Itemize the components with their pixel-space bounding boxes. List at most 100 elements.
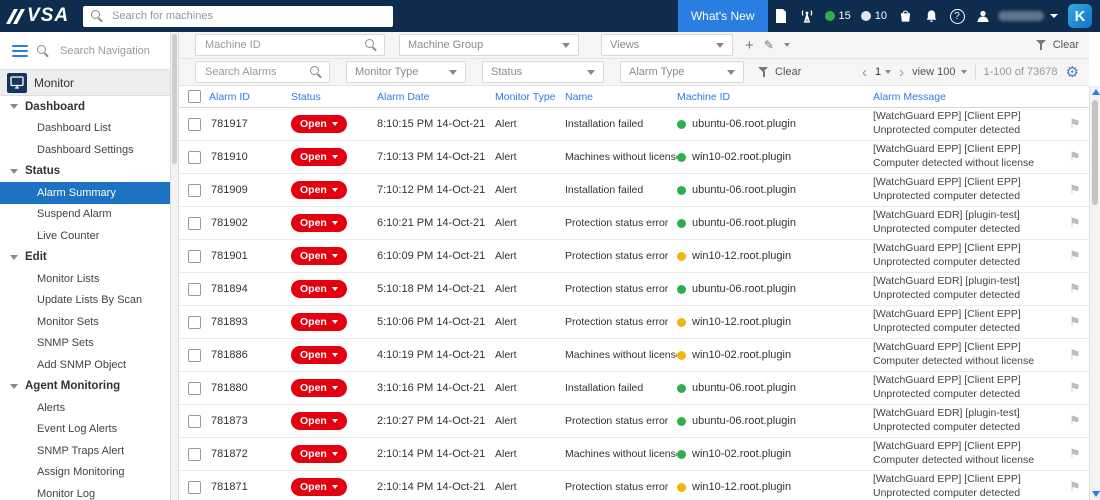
sidebar-item-monitor-lists[interactable]: Monitor Lists xyxy=(0,268,170,290)
row-checkbox[interactable] xyxy=(187,480,201,494)
user-menu-chevron-down-icon[interactable] xyxy=(1050,14,1058,18)
scroll-down-arrow-icon[interactable] xyxy=(1091,491,1100,497)
status-open-pill[interactable]: Open xyxy=(291,181,347,199)
status-open-pill[interactable]: Open xyxy=(291,412,347,430)
table-row[interactable]: 781917 Open 8:10:15 PM 14-Oct-21 Alert Insta… xyxy=(179,108,1089,141)
gear-icon[interactable]: ⚙ xyxy=(1066,63,1079,81)
select-all-checkbox[interactable] xyxy=(187,90,201,103)
bell-icon[interactable] xyxy=(918,0,944,32)
sidebar-item-live-counter[interactable]: Live Counter xyxy=(0,225,170,247)
flag-icon[interactable]: ⚑ xyxy=(1069,183,1081,198)
table-row[interactable]: 781871 Open 2:10:14 PM 14-Oct-21 Alert Prote… xyxy=(179,471,1089,500)
status-open-pill[interactable]: Open xyxy=(291,379,347,397)
sidebar-item-monitor-sets[interactable]: Monitor Sets xyxy=(0,311,170,333)
status-open-pill[interactable]: Open xyxy=(291,115,347,133)
scroll-up-arrow-icon[interactable] xyxy=(1091,89,1100,95)
row-checkbox[interactable] xyxy=(187,150,201,164)
table-row[interactable]: 781872 Open 2:10:14 PM 14-Oct-21 Alert Machi… xyxy=(179,438,1089,471)
flag-icon[interactable]: ⚑ xyxy=(1069,414,1081,429)
flag-icon[interactable]: ⚑ xyxy=(1069,249,1081,264)
sidebar-item-monitor-log[interactable]: Monitor Log xyxy=(0,483,170,500)
status-open-pill[interactable]: Open xyxy=(291,148,347,166)
nav-search-input[interactable] xyxy=(58,43,153,58)
flag-icon[interactable]: ⚑ xyxy=(1069,117,1081,132)
row-checkbox[interactable] xyxy=(187,216,201,230)
status-open-pill[interactable]: Open xyxy=(291,247,347,265)
flag-icon[interactable]: ⚑ xyxy=(1069,216,1081,231)
row-checkbox[interactable] xyxy=(187,348,201,362)
col-header-alarm-date[interactable]: Alarm Date xyxy=(377,91,495,103)
sidebar-item-dashboard-list[interactable]: Dashboard List xyxy=(0,118,170,140)
nav-section-agent-monitoring[interactable]: Agent Monitoring xyxy=(0,376,170,398)
col-header-status[interactable]: Status xyxy=(291,91,377,103)
prev-page-chevron-icon[interactable]: ‹ xyxy=(862,65,867,80)
col-header-monitor-type[interactable]: Monitor Type xyxy=(495,91,565,103)
offline-count-badge[interactable]: 10 xyxy=(860,10,887,22)
status-select[interactable]: Status xyxy=(482,61,604,83)
clear-machine-filters-button[interactable]: Clear xyxy=(1035,39,1079,51)
flag-icon[interactable]: ⚑ xyxy=(1069,480,1081,495)
monitor-type-select[interactable]: Monitor Type xyxy=(346,61,466,83)
row-checkbox[interactable] xyxy=(187,117,201,131)
hamburger-menu-icon[interactable] xyxy=(12,44,28,57)
status-open-pill[interactable]: Open xyxy=(291,346,347,364)
flag-icon[interactable]: ⚑ xyxy=(1069,348,1081,363)
flag-icon[interactable]: ⚑ xyxy=(1069,447,1081,462)
vsa-logo[interactable]: VSA xyxy=(0,5,83,27)
machine-search-input[interactable] xyxy=(110,9,386,23)
user-icon[interactable] xyxy=(970,0,996,32)
row-checkbox[interactable] xyxy=(187,183,201,197)
flag-icon[interactable]: ⚑ xyxy=(1069,315,1081,330)
module-selector[interactable]: Monitor xyxy=(0,70,170,96)
table-row[interactable]: 781873 Open 2:10:27 PM 14-Oct-21 Alert Prote… xyxy=(179,405,1089,438)
kaseya-logo[interactable]: K xyxy=(1068,4,1092,28)
online-count-badge[interactable]: 15 xyxy=(824,10,851,22)
edit-view-icon[interactable]: ✎ xyxy=(764,38,774,52)
add-view-icon[interactable]: + xyxy=(745,38,754,53)
flag-icon[interactable]: ⚑ xyxy=(1069,150,1081,165)
row-checkbox[interactable] xyxy=(187,315,201,329)
clear-alarm-filters-button[interactable]: Clear xyxy=(758,66,801,78)
row-checkbox[interactable] xyxy=(187,282,201,296)
sidebar-item-dashboard-settings[interactable]: Dashboard Settings xyxy=(0,139,170,161)
status-open-pill[interactable]: Open xyxy=(291,445,347,463)
machine-search-box[interactable] xyxy=(83,5,394,27)
machine-group-select[interactable]: Machine Group xyxy=(399,34,579,56)
sidebar-item-snmp-traps-alert[interactable]: SNMP Traps Alert xyxy=(0,440,170,462)
row-checkbox[interactable] xyxy=(187,447,201,461)
next-page-chevron-icon[interactable]: › xyxy=(899,65,904,80)
status-open-pill[interactable]: Open xyxy=(291,214,347,232)
sidebar-item-update-lists-by-scan[interactable]: Update Lists By Scan xyxy=(0,290,170,312)
scroll-thumb[interactable] xyxy=(1091,100,1098,205)
alarm-tower-icon[interactable] xyxy=(794,0,820,32)
col-header-name[interactable]: Name xyxy=(565,91,677,103)
sidebar-item-alarm-summary[interactable]: Alarm Summary xyxy=(0,182,170,204)
row-checkbox[interactable] xyxy=(187,249,201,263)
machine-id-input[interactable] xyxy=(203,38,359,52)
table-row[interactable]: 781893 Open 5:10:06 PM 14-Oct-21 Alert Prote… xyxy=(179,306,1089,339)
table-row[interactable]: 781901 Open 6:10:09 PM 14-Oct-21 Alert Prote… xyxy=(179,240,1089,273)
table-scrollbar[interactable] xyxy=(1089,86,1100,500)
flag-icon[interactable]: ⚑ xyxy=(1069,282,1081,297)
views-more-chevron-down-icon[interactable] xyxy=(783,43,790,47)
help-icon[interactable]: ? xyxy=(944,0,970,32)
table-row[interactable]: 781910 Open 7:10:13 PM 14-Oct-21 Alert Machi… xyxy=(179,141,1089,174)
sidebar-scroll-thumb[interactable] xyxy=(172,34,177,164)
whats-new-button[interactable]: What's New xyxy=(677,0,768,32)
sidebar-item-suspend-alarm[interactable]: Suspend Alarm xyxy=(0,204,170,226)
flag-icon[interactable]: ⚑ xyxy=(1069,381,1081,396)
table-row[interactable]: 781886 Open 4:10:19 PM 14-Oct-21 Alert Machi… xyxy=(179,339,1089,372)
table-row[interactable]: 781880 Open 3:10:16 PM 14-Oct-21 Alert Insta… xyxy=(179,372,1089,405)
views-select[interactable]: Views xyxy=(601,34,733,56)
col-header-alarm-id[interactable]: Alarm ID xyxy=(209,91,291,103)
sidebar-scrollbar[interactable] xyxy=(170,32,179,500)
col-header-alarm-message[interactable]: Alarm Message xyxy=(873,91,1061,103)
table-row[interactable]: 781894 Open 5:10:18 PM 14-Oct-21 Alert Prote… xyxy=(179,273,1089,306)
sidebar-item-event-log-alerts[interactable]: Event Log Alerts xyxy=(0,419,170,441)
sidebar-item-add-snmp-object[interactable]: Add SNMP Object xyxy=(0,354,170,376)
status-open-pill[interactable]: Open xyxy=(291,478,347,496)
table-row[interactable]: 781909 Open 7:10:12 PM 14-Oct-21 Alert Insta… xyxy=(179,174,1089,207)
table-row[interactable]: 781902 Open 6:10:21 PM 14-Oct-21 Alert Prote… xyxy=(179,207,1089,240)
search-alarms-input[interactable] xyxy=(203,65,304,79)
sidebar-item-assign-monitoring[interactable]: Assign Monitoring xyxy=(0,462,170,484)
